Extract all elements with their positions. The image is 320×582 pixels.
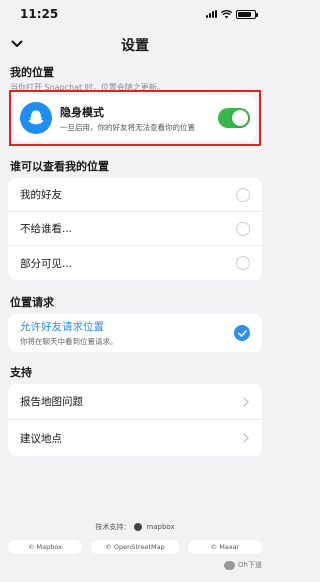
chevron-right-icon	[243, 433, 250, 443]
ghost-mode-toggle[interactable]	[218, 108, 250, 128]
location-requests-title: 位置请求	[10, 296, 54, 309]
attribution-osm[interactable]: © OpenStreetMap	[91, 540, 179, 554]
ghost-mode-title: 隐身模式	[60, 105, 104, 119]
allow-requests-text: 允许好友请求位置 你将在聊天中看到位置请求。	[20, 319, 118, 347]
option-only-these[interactable]: 部分可见...	[8, 246, 262, 280]
checkmark-icon	[237, 329, 247, 337]
allow-requests-label: 允许好友请求位置	[20, 321, 104, 333]
radio-button[interactable]	[236, 256, 250, 270]
my-location-title: 我的位置	[10, 66, 54, 79]
watermark-text: Oh下道	[238, 561, 262, 569]
option-except[interactable]: 不给谁看...	[8, 212, 262, 246]
support-card: 报告地图问题 建议地点	[8, 384, 262, 456]
radio-button[interactable]	[236, 221, 250, 236]
chevron-down-icon	[11, 40, 23, 47]
back-button[interactable]	[10, 37, 24, 51]
signal-icon	[206, 10, 217, 18]
location-requests-card: 允许好友请求位置 你将在聊天中看到位置请求。	[8, 314, 262, 352]
wechat-icon	[224, 560, 236, 570]
who-can-see-card: 我的好友 不给谁看... 部分可见...	[8, 178, 262, 280]
chevron-right-icon	[243, 396, 250, 407]
attribution-mapbox[interactable]: © Mapbox	[8, 540, 82, 554]
item-label: 建议地点	[20, 432, 62, 445]
option-label: 部分可见...	[20, 257, 73, 270]
map-credit: 技术支持： mapbox	[0, 522, 270, 532]
ghost-mode-text: 隐身模式 一旦启用，你的好友将无法查看你的位置	[60, 104, 218, 133]
who-can-see-title: 谁可以查看我的位置	[10, 160, 109, 173]
credit-label: 技术支持：	[95, 523, 131, 531]
option-my-friends[interactable]: 我的好友	[8, 178, 262, 212]
ghost-mode-subtitle: 一旦启用，你的好友将无法查看你的位置	[60, 122, 195, 132]
status-icons	[206, 9, 258, 19]
wifi-icon	[221, 9, 232, 18]
nav-bar: 设置	[0, 28, 270, 62]
watermark: Oh下道	[224, 560, 262, 570]
item-label: 报告地图问题	[20, 396, 83, 408]
allow-requests-checkbox[interactable]	[234, 325, 250, 341]
toggle-knob	[232, 110, 248, 126]
attribution-pills: © Mapbox © OpenStreetMap © Maxar	[8, 540, 262, 554]
battery-icon	[236, 9, 258, 19]
mapbox-logo	[134, 523, 143, 531]
option-label: 不给谁看...	[20, 223, 73, 235]
suggest-place-item[interactable]: 建议地点	[8, 420, 262, 456]
ghost-avatar	[20, 102, 52, 134]
report-map-issue-item[interactable]: 报告地图问题	[8, 384, 262, 420]
credit-brand: mapbox	[146, 523, 175, 531]
support-title: 支持	[10, 366, 32, 379]
allow-requests-subtitle: 你将在聊天中看到位置请求。	[20, 337, 118, 346]
attribution-maxar[interactable]: © Maxar	[188, 540, 262, 554]
ghost-mode-row[interactable]: 隐身模式 一旦启用，你的好友将无法查看你的位置	[14, 95, 256, 141]
ghost-icon	[28, 110, 44, 125]
status-bar: 11:25	[0, 0, 270, 28]
radio-button[interactable]	[236, 187, 250, 202]
status-time: 11:25	[20, 7, 59, 21]
page-title: 设置	[121, 38, 149, 54]
option-label: 我的好友	[20, 189, 62, 201]
